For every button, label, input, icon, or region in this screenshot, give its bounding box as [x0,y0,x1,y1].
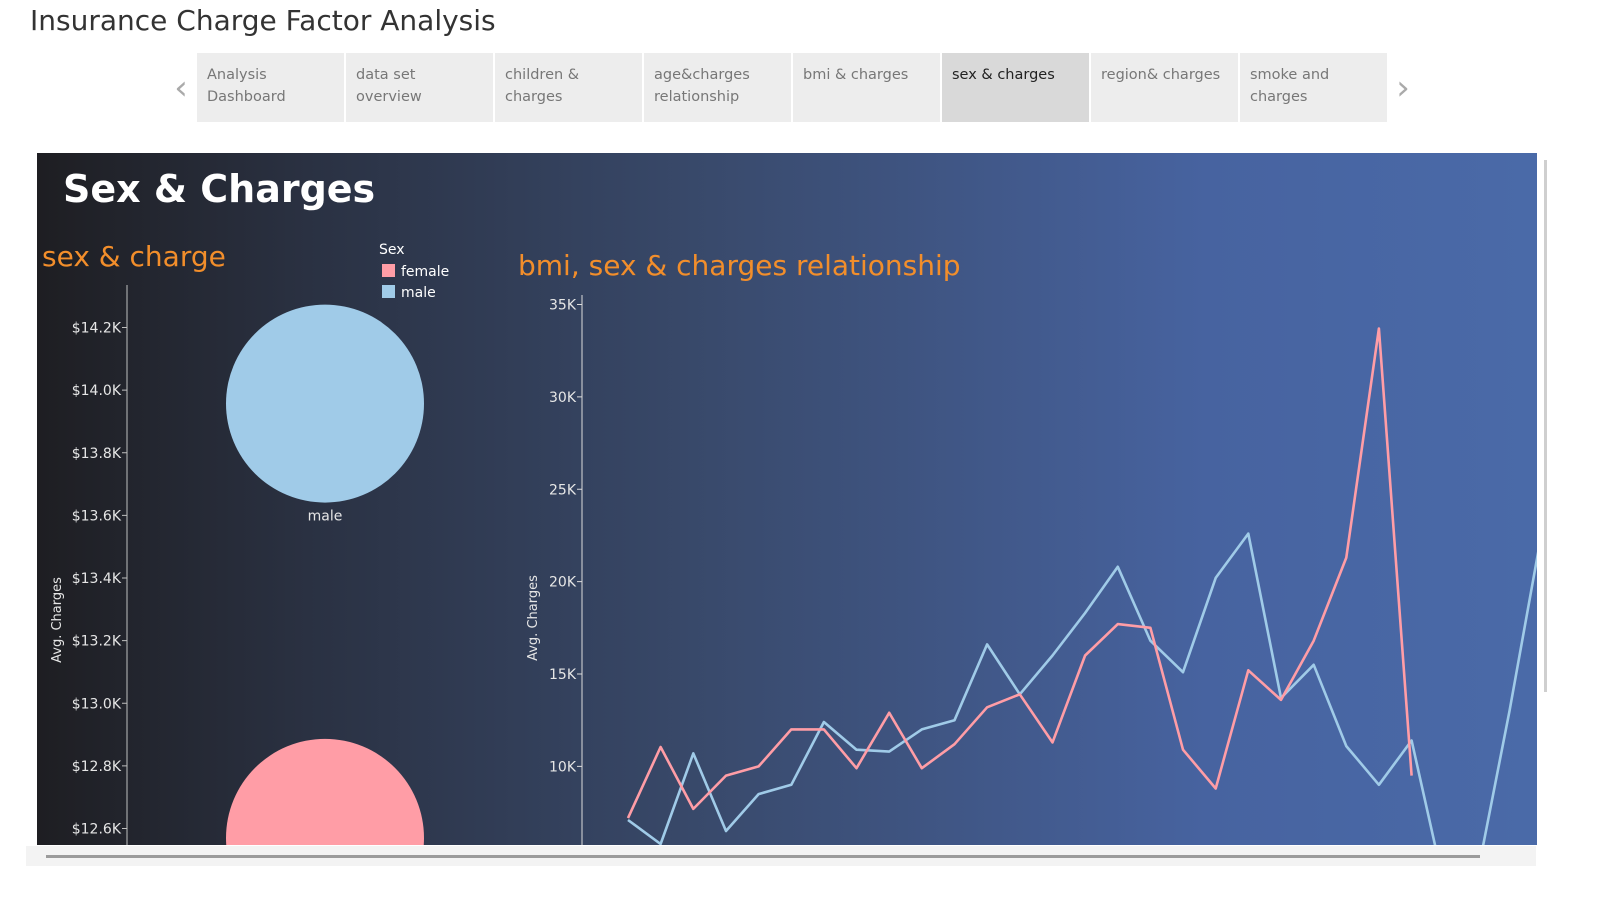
y-tick-label: $13.4K [72,571,122,587]
y-tick-label: 15K [549,667,577,683]
bubble-female [226,738,424,845]
chart-title: bmi, sex & charges relationship [518,249,961,282]
tab-smoke-charges[interactable]: smoke and charges [1240,53,1387,122]
y-axis-title: Avg. Charges [50,577,65,663]
tab-label: Analysis Dashboard [207,67,286,105]
series-line-male [627,532,1537,845]
tab-label: smoke and charges [1250,67,1330,105]
sheet-tab-bar: ‹ Analysis Dashboard data set overview c… [165,53,1425,122]
y-tick-label: 30K [549,390,577,406]
y-tick-label: 10K [549,759,577,775]
tab-bmi-charges[interactable]: bmi & charges [793,53,940,122]
charts-canvas: sex & charge $12.6K $12.8K $13.0K $13.2K $13.… [42,240,1537,845]
y-tick-label: 35K [549,298,577,314]
tab-sex-charges[interactable]: sex & charges [942,53,1089,122]
tab-label: children & charges [505,67,580,105]
chart-title: sex & charge [42,240,226,273]
tab-analysis-dashboard[interactable]: Analysis Dashboard [197,53,344,122]
tab-age-charges[interactable]: age&charges relationship [644,53,791,122]
y-tick-label: $12.8K [72,759,122,775]
legend-swatch-male [382,285,395,298]
tab-label: age&charges relationship [654,67,750,105]
horizontal-scrollbar[interactable] [46,855,1480,858]
bubble-label: male [308,509,343,525]
tab-data-set-overview[interactable]: data set overview [346,53,493,122]
y-tick-label: $13.2K [72,634,122,650]
legend-swatch-female [382,264,395,277]
legend-label-male: male [401,285,436,301]
tab-region-charges[interactable]: region& charges [1091,53,1238,122]
dashboard-panel: Sex & Charges sex & charge $12.6K $12.8K $1… [37,153,1537,845]
tab-label: region& charges [1101,67,1221,83]
tab-label: sex & charges [952,67,1055,83]
tab-label: bmi & charges [803,67,909,83]
tab-label: data set overview [356,67,422,105]
app-title: Insurance Charge Factor Analysis [30,4,496,37]
y-tick-label: $14.0K [72,383,122,399]
vertical-scrollbar[interactable] [1544,160,1547,692]
y-tick-label: $13.6K [72,508,122,524]
legend-label-female: female [401,264,449,280]
chevron-left-icon[interactable]: ‹ [167,53,195,122]
y-axis-title: Avg. Charges [526,575,541,661]
chevron-right-icon[interactable]: › [1389,53,1417,122]
legend-title: Sex [379,242,405,258]
y-tick-label: 20K [549,575,577,591]
y-tick-label: 25K [549,482,577,498]
y-tick-label: $13.0K [72,696,122,712]
y-tick-label: $13.8K [72,446,122,462]
y-tick-label: $12.6K [72,822,122,838]
bubble-male [226,304,424,503]
y-tick-label: $14.2K [72,321,122,337]
tab-children-charges[interactable]: children & charges [495,53,642,122]
series-line-female [626,327,1413,819]
